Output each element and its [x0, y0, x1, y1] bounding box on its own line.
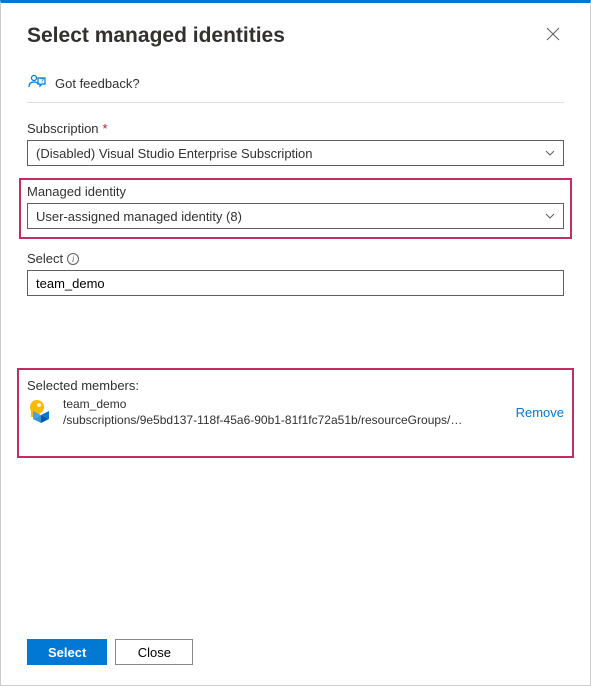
managed-identity-value: User-assigned managed identity (8) — [36, 209, 242, 224]
remove-member-link[interactable]: Remove — [516, 405, 564, 420]
close-icon — [546, 27, 560, 41]
managed-identity-dropdown[interactable]: User-assigned managed identity (8) — [27, 203, 564, 229]
managed-identity-label: Managed identity — [27, 184, 564, 199]
feedback-icon: ? — [27, 74, 47, 92]
subscription-label: Subscription * — [27, 121, 564, 136]
required-mark: * — [103, 121, 108, 136]
subscription-value: (Disabled) Visual Studio Enterprise Subs… — [36, 146, 313, 161]
select-label: Select i — [27, 251, 564, 266]
close-button-footer[interactable]: Close — [115, 639, 193, 665]
svg-text:?: ? — [40, 79, 44, 85]
feedback-text: Got feedback? — [55, 76, 140, 91]
feedback-link[interactable]: ? Got feedback? — [27, 60, 564, 103]
close-button[interactable] — [542, 21, 564, 50]
chevron-down-icon — [545, 148, 555, 159]
managed-identity-highlight: Managed identity User-assigned managed i… — [19, 178, 572, 239]
member-name: team_demo — [63, 397, 502, 413]
member-path: /subscriptions/9e5bd137-118f-45a6-90b1-8… — [63, 413, 502, 429]
select-button[interactable]: Select — [27, 639, 107, 665]
info-icon[interactable]: i — [67, 253, 79, 265]
subscription-dropdown[interactable]: (Disabled) Visual Studio Enterprise Subs… — [27, 140, 564, 166]
managed-identity-icon — [27, 397, 55, 428]
select-search-input[interactable] — [27, 270, 564, 296]
panel-title: Select managed identities — [27, 24, 285, 48]
chevron-down-icon — [545, 211, 555, 222]
selected-member-row: team_demo /subscriptions/9e5bd137-118f-4… — [27, 397, 564, 436]
selected-members-label: Selected members: — [27, 378, 564, 393]
selected-members-highlight: Selected members: team_demo /subs — [17, 368, 574, 458]
